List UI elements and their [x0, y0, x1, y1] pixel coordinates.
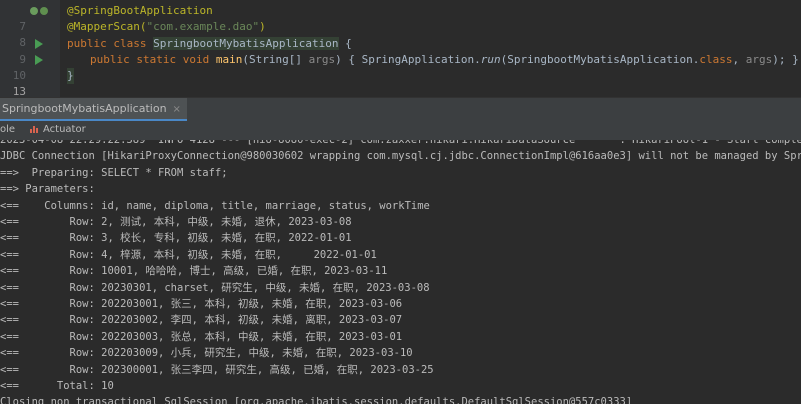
code-editor[interactable]: 7 @SpringBootApplication 8 @MapperScan("…: [0, 0, 801, 97]
spring-bean-icon[interactable]: [30, 3, 50, 19]
console-line: <== Total: 10: [0, 380, 114, 392]
code-line-10: 10 public static void main(String[] args…: [0, 52, 801, 82]
console-line: <== Row: 10001, 哈哈哈, 博士, 高级, 已婚, 在职, 202…: [0, 265, 388, 277]
annotation: @MapperScan(: [67, 20, 147, 33]
code-text: (SpringbootMybatisApplication.: [500, 53, 700, 66]
brace: }: [67, 68, 74, 84]
run-tab-bar: SpringbootMybatisApplication ×: [0, 97, 801, 122]
run-toolbar: ole Actuator: [0, 121, 801, 140]
code-line-8: 8 @MapperScan("com.example.dao"): [0, 19, 801, 49]
tab-run-configuration[interactable]: SpringbootMybatisApplication ×: [0, 98, 187, 121]
code-line-14: 14: [0, 85, 801, 97]
brace: {: [338, 37, 352, 50]
string-literal: "com.example.dao": [146, 20, 260, 33]
code-line-7: 7 @SpringBootApplication: [0, 3, 801, 33]
keyword: public static void: [90, 53, 216, 66]
console-line: ==> Preparing: SELECT * FROM staff;: [0, 167, 228, 179]
console-line: <== Row: 202203001, 张三, 本科, 初级, 未婚, 在职, …: [0, 298, 403, 310]
console-line: <== Row: 202203009, 小兵, 研究生, 中级, 未婚, 在职,…: [0, 347, 413, 359]
close-icon[interactable]: ×: [173, 104, 181, 115]
console-line: <== Columns: id, name, diploma, title, m…: [0, 200, 430, 212]
console-output[interactable]: 2023-04-08 22:29:22.389 INFO 4128 --- [n…: [0, 140, 801, 404]
console-line: <== Row: 4, 梓源, 本科, 初级, 未婚, 在职, 2022-01-…: [0, 249, 377, 261]
keyword: class: [699, 53, 733, 66]
actuator-label: Actuator: [43, 124, 86, 135]
param: args: [745, 53, 773, 66]
annotation: @SpringBootApplication: [67, 4, 213, 17]
run-icon[interactable]: [35, 36, 43, 52]
annotation-close: ): [259, 20, 266, 33]
method-call: run: [480, 53, 501, 66]
console-line: <== Row: 202203002, 李四, 本科, 初级, 未婚, 离职, …: [0, 314, 403, 326]
actuator-icon: [30, 126, 38, 133]
keyword: public class: [67, 37, 154, 50]
class-name: SpringbootMybatisApplication: [153, 37, 339, 50]
method-name: main: [215, 53, 243, 66]
console-line: ==> Parameters:: [0, 183, 102, 195]
code-line-13: 13 }: [0, 68, 801, 97]
console-line: <== Row: 2, 测试, 本科, 中级, 未婚, 退休, 2023-03-…: [0, 216, 352, 228]
console-line: <== Row: 202300001, 张三李四, 研究生, 高级, 已婚, 在…: [0, 364, 434, 376]
actuator-tab[interactable]: Actuator: [29, 124, 86, 135]
code-text: ); }: [772, 53, 799, 66]
code-text: ) { SpringApplication.: [335, 53, 481, 66]
tab-label: SpringbootMybatisApplication: [2, 102, 167, 115]
code-line-9: 9 public class SpringbootMybatisApplicat…: [0, 36, 801, 66]
param: args: [308, 53, 336, 66]
console-line: <== Row: 20230301, charset, 研究生, 中级, 未婚,…: [0, 282, 430, 294]
console-tab[interactable]: ole: [0, 124, 15, 135]
code-text: ,: [732, 53, 746, 66]
run-icon[interactable]: [35, 52, 43, 68]
code-text: (String[]: [242, 53, 309, 66]
console-line: <== Row: 202203003, 张总, 本科, 中级, 未婚, 在职, …: [0, 331, 403, 343]
console-line: Closing non transactional SqlSession [or…: [0, 396, 633, 404]
console-line: JDBC Connection [HikariProxyConnection@9…: [0, 150, 801, 162]
console-line: <== Row: 3, 校长, 专科, 初级, 未婚, 在职, 2022-01-…: [0, 232, 352, 244]
